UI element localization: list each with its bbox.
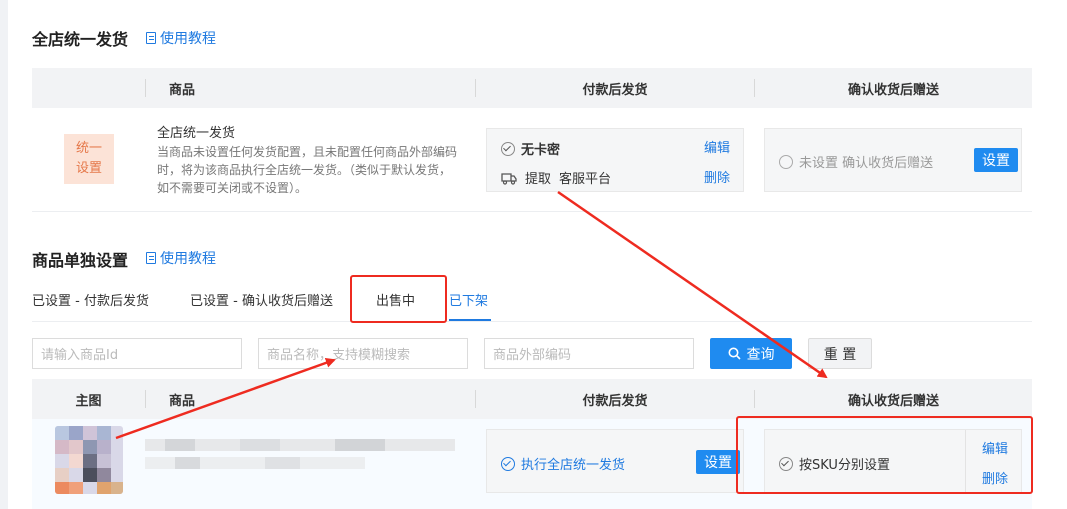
- arrow-to-gift-header: [557, 190, 828, 379]
- annotation-arrows: [115, 190, 828, 440]
- arrow-to-on-sale-tab: [115, 357, 336, 440]
- page: 全店统一发货 使用教程 商品 付款后发货 确认收货后赠送 统一 设置 全店统一发…: [0, 0, 1067, 509]
